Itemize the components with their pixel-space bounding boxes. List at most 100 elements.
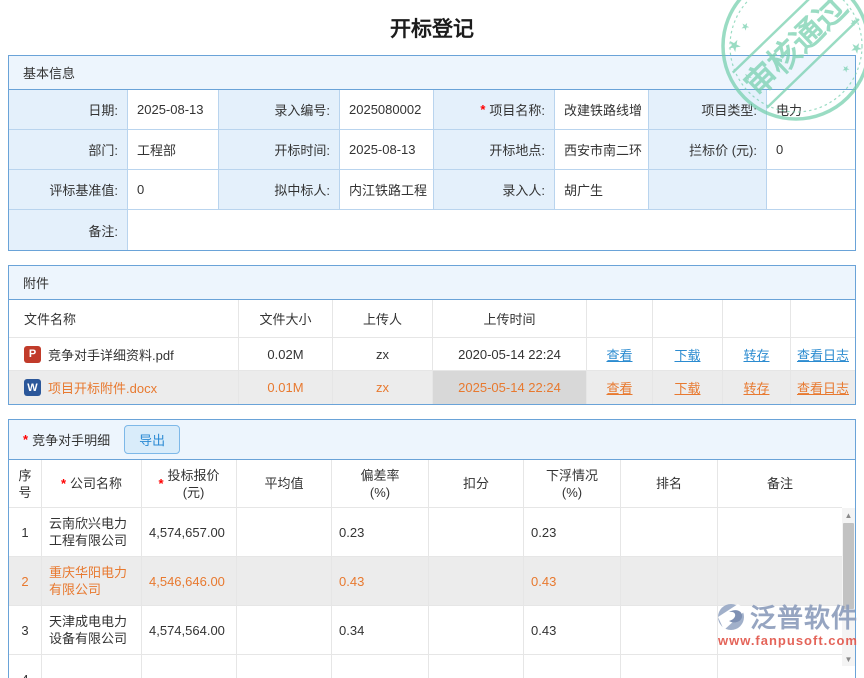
competitors-section: * 竞争对手明细 导出 序号 *公司名称 *投标报价 (元) 平均值 偏差率 (… xyxy=(8,419,856,678)
competitor-float-down: 0.43 xyxy=(524,606,621,655)
competitor-average xyxy=(237,557,332,606)
competitor-rank xyxy=(621,655,718,678)
pdf-file-icon: P xyxy=(24,346,41,363)
attachment-upload-time: 2025-05-14 22:24 xyxy=(433,371,587,404)
attachment-action-cell: 查看 xyxy=(587,338,653,371)
competitor-rank xyxy=(621,508,718,557)
download-link[interactable]: 下载 xyxy=(674,378,700,397)
competitor-company[interactable]: 云南欣兴电力工程有限公司 xyxy=(42,508,142,557)
competitor-bid: 4,574,564.00 xyxy=(142,606,237,655)
view-log-link[interactable]: 查看日志 xyxy=(797,345,849,364)
field-label-empty xyxy=(649,170,767,210)
field-value-proposed-winner: 内江铁路工程 xyxy=(340,170,434,210)
attachment-uploader: zx xyxy=(333,371,433,404)
competitor-float-down: 0.23 xyxy=(524,508,621,557)
basic-info-grid: 日期: 2025-08-13 录入编号: 2025080002 *项目名称: 改… xyxy=(9,90,855,250)
field-value-empty xyxy=(767,170,855,210)
competitor-deviation: 0.23 xyxy=(332,508,429,557)
field-label-project-type: 项目类型: xyxy=(649,90,767,130)
col-header-file-name: 文件名称 xyxy=(9,300,239,338)
attachment-file-size: 0.02M xyxy=(239,338,333,371)
competitor-seq: 2 xyxy=(9,557,42,606)
competitor-remark xyxy=(718,655,842,678)
scroll-up-arrow[interactable]: ▲ xyxy=(842,508,855,522)
competitors-title: 竞争对手明细 xyxy=(32,430,110,449)
col-header-float-down: 下浮情况 (%) xyxy=(524,460,621,508)
competitor-seq: 4 xyxy=(9,655,42,678)
page-title: 开标登记 xyxy=(0,0,864,55)
col-header-seq: 序号 xyxy=(9,460,42,508)
competitor-rank xyxy=(621,557,718,606)
competitor-deduction xyxy=(429,655,524,678)
field-label-open-place: 开标地点: xyxy=(434,130,555,170)
competitor-bid: 4,546,646.00 xyxy=(142,557,237,606)
field-label-department: 部门: xyxy=(9,130,128,170)
transfer-link[interactable]: 转存 xyxy=(743,378,769,397)
field-value-recorder: 胡广生 xyxy=(555,170,649,210)
field-value-project-type: 电力 xyxy=(767,90,855,130)
competitor-remark xyxy=(718,508,842,557)
competitor-deviation: 0.34 xyxy=(332,606,429,655)
attachment-file-name[interactable]: 项目开标附件.docx xyxy=(48,378,157,397)
competitor-rank xyxy=(621,606,718,655)
competitor-remark xyxy=(718,606,842,655)
col-header-rank: 排名 xyxy=(621,460,718,508)
field-value-open-time: 2025-08-13 xyxy=(340,130,434,170)
competitor-deduction xyxy=(429,606,524,655)
attachment-action-cell: 下载 xyxy=(653,338,723,371)
attachment-upload-time: 2020-05-14 22:24 xyxy=(433,338,587,371)
competitor-deviation: 0.43 xyxy=(332,557,429,606)
scrollbar-thumb[interactable] xyxy=(843,523,854,609)
competitor-seq: 3 xyxy=(9,606,42,655)
col-header-action-1 xyxy=(587,300,653,338)
word-file-icon: W xyxy=(24,379,41,396)
attachment-row-file-name[interactable]: W 项目开标附件.docx xyxy=(9,371,239,404)
basic-info-section: 基本信息 日期: 2025-08-13 录入编号: 2025080002 * 项目… xyxy=(8,55,856,251)
col-header-deviation: 偏差率 (%) xyxy=(332,460,429,508)
transfer-link[interactable]: 转存 xyxy=(743,345,769,364)
field-label-eval-base: 评标基准值: xyxy=(9,170,128,210)
competitor-company[interactable]: 重庆华阳电力有限公司 xyxy=(42,557,142,606)
competitor-bid: 4,574,657.00 xyxy=(142,508,237,557)
col-header-uploader: 上传人 xyxy=(333,300,433,338)
basic-info-title: 基本信息 xyxy=(23,63,75,82)
table-scrollbar[interactable]: ▲ ▼ xyxy=(842,508,855,666)
field-label-entry-no: 录入编号: xyxy=(219,90,340,130)
attachments-title: 附件 xyxy=(23,273,49,292)
competitor-float-down xyxy=(524,655,621,678)
competitor-average xyxy=(237,508,332,557)
field-value-entry-no: 2025080002 xyxy=(340,90,434,130)
required-mark: * xyxy=(480,102,485,117)
download-link[interactable]: 下载 xyxy=(674,345,700,364)
scroll-down-arrow[interactable]: ▼ xyxy=(842,652,855,666)
view-log-link[interactable]: 查看日志 xyxy=(797,378,849,397)
field-label-date: 日期: xyxy=(9,90,128,130)
field-label-ceiling-price: 拦标价 (元): xyxy=(649,130,767,170)
view-link[interactable]: 查看 xyxy=(606,345,632,364)
attachment-row-file-name[interactable]: P 竞争对手详细资料.pdf xyxy=(9,338,239,371)
field-value-date: 2025-08-13 xyxy=(128,90,219,130)
col-header-action-2 xyxy=(653,300,723,338)
field-value-ceiling-price: 0 xyxy=(767,130,855,170)
required-mark: * xyxy=(23,432,28,447)
attachment-action-cell: 下载 xyxy=(653,371,723,404)
attachment-action-cell: 查看日志 xyxy=(791,338,855,371)
field-value-remark xyxy=(128,210,855,250)
attachment-file-name[interactable]: 竞争对手详细资料.pdf xyxy=(48,345,174,364)
attachment-file-size: 0.01M xyxy=(239,371,333,404)
col-header-action-4 xyxy=(791,300,855,338)
competitor-company[interactable] xyxy=(42,655,142,678)
competitor-remark xyxy=(718,557,842,606)
attachments-header: 附件 xyxy=(9,266,855,300)
competitor-company[interactable]: 天津成电电力设备有限公司 xyxy=(42,606,142,655)
competitor-deduction xyxy=(429,557,524,606)
competitor-deduction xyxy=(429,508,524,557)
basic-info-header: 基本信息 xyxy=(9,56,855,90)
competitor-bid xyxy=(142,655,237,678)
attachment-uploader: zx xyxy=(333,338,433,371)
export-button[interactable]: 导出 xyxy=(124,425,180,454)
attachment-action-cell: 转存 xyxy=(723,338,791,371)
view-link[interactable]: 查看 xyxy=(606,378,632,397)
field-value-eval-base: 0 xyxy=(128,170,219,210)
competitor-seq: 1 xyxy=(9,508,42,557)
